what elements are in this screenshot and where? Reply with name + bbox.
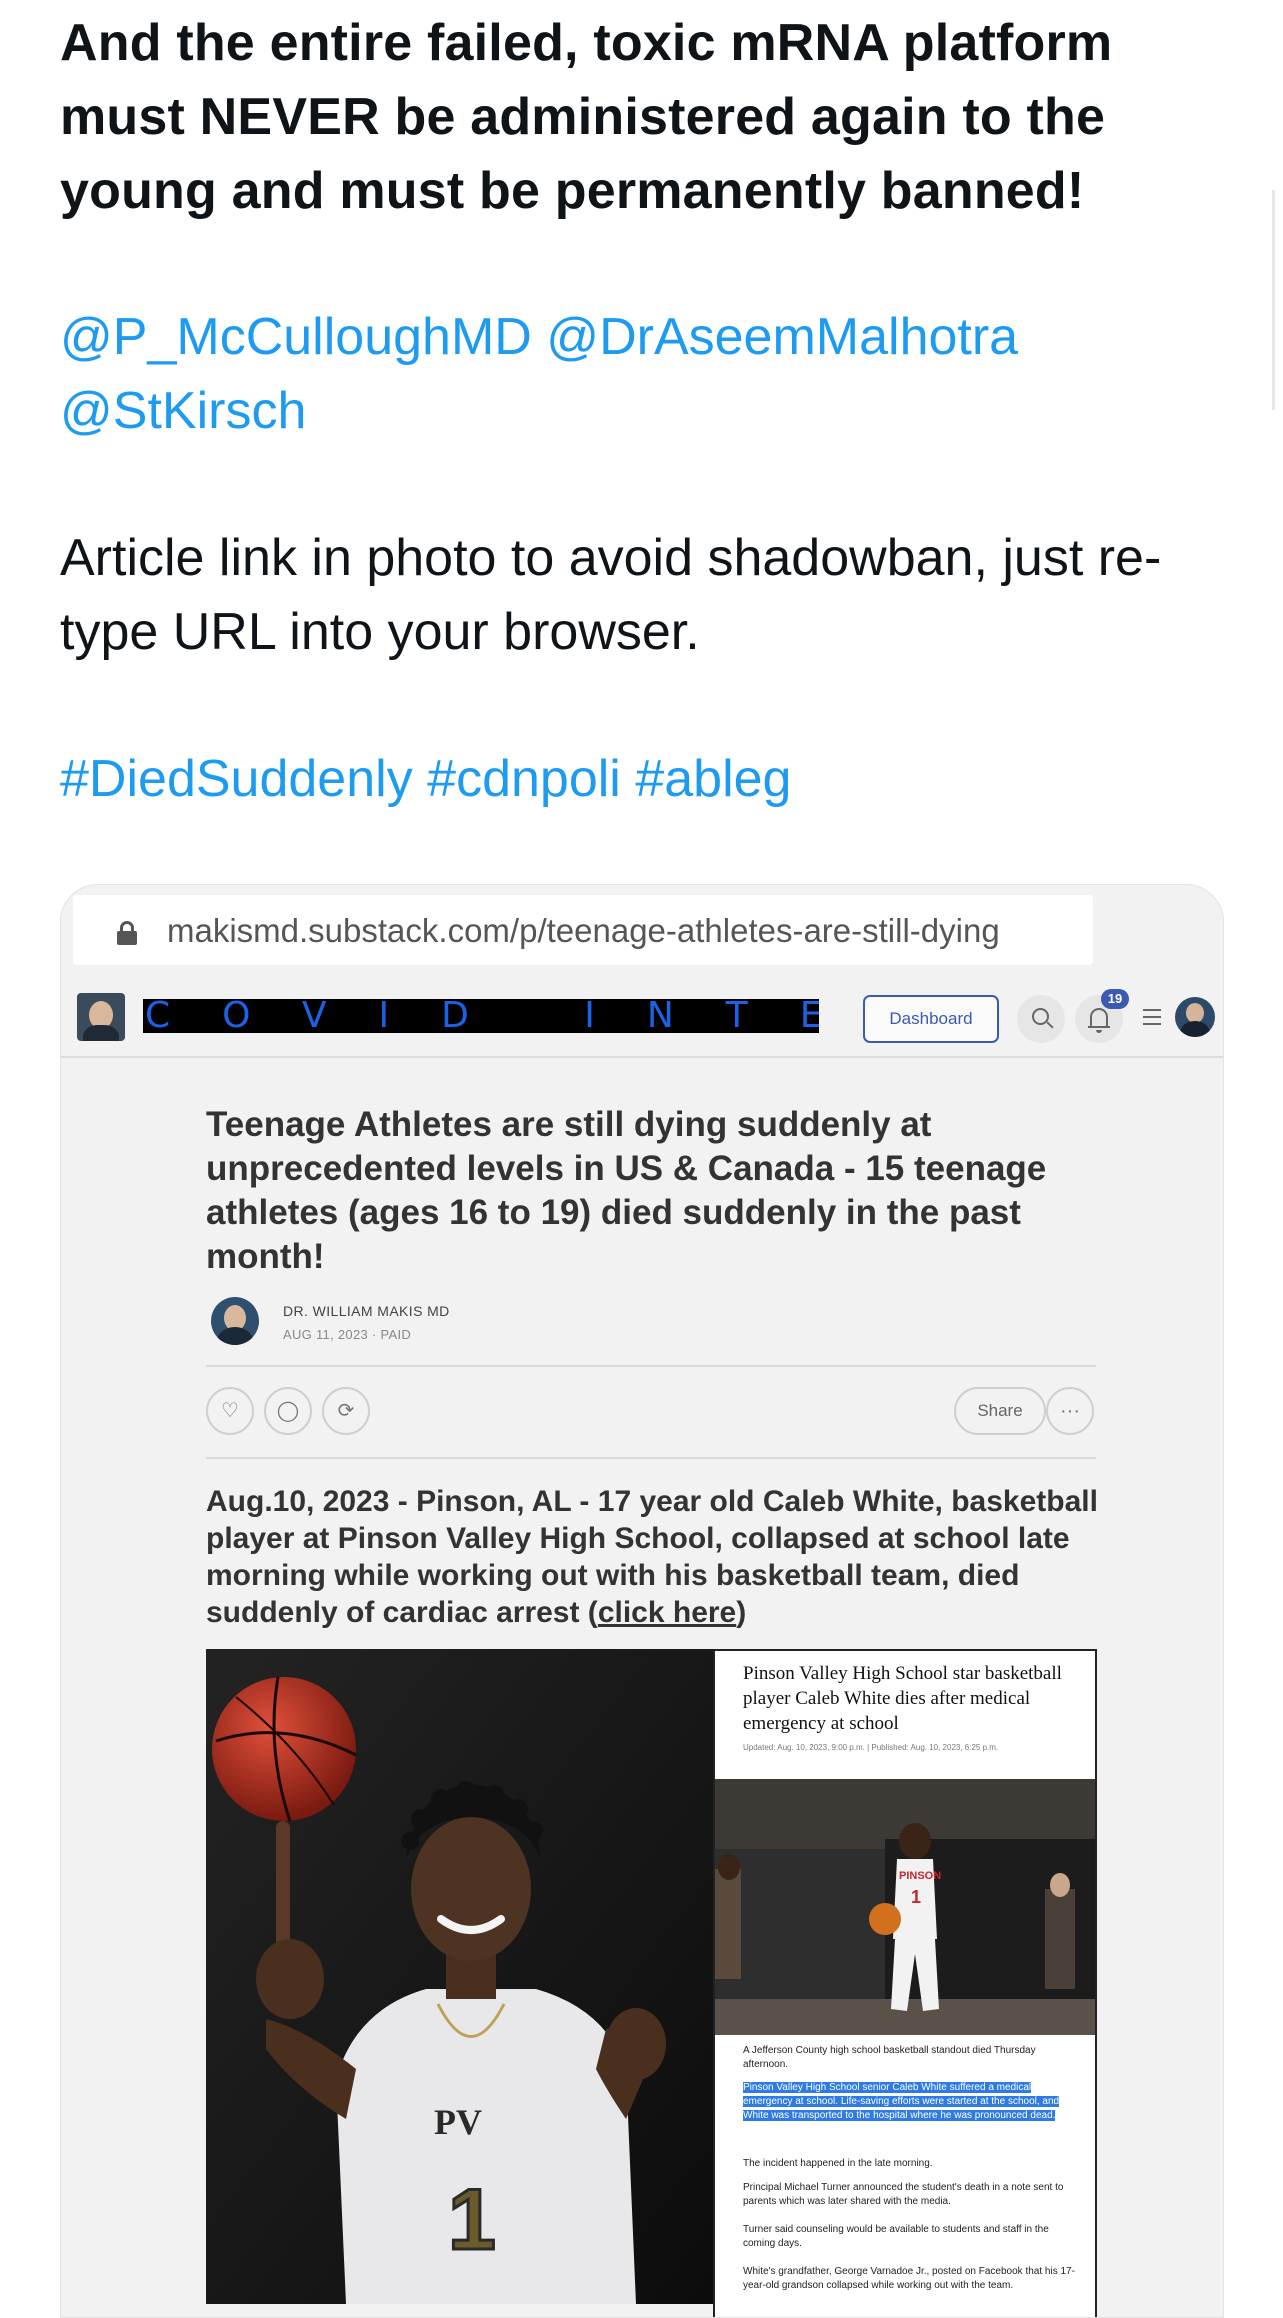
scrollbar[interactable] xyxy=(1272,190,1275,410)
tweet-paragraph: And the entire failed, toxic mRNA platfo… xyxy=(60,14,1113,220)
author-name[interactable]: DR. WILLIAM MAKIS MD xyxy=(283,1303,450,1319)
hashtag-link[interactable]: #DiedSuddenly xyxy=(60,750,413,808)
author-avatar[interactable] xyxy=(211,1297,259,1345)
article-title: Teenage Athletes are still dying suddenl… xyxy=(206,1105,1047,1276)
click-here-link[interactable]: click here xyxy=(598,1596,736,1629)
user-avatar[interactable] xyxy=(1175,997,1215,1037)
tweet-paragraph: Article link in photo to avoid shadowban… xyxy=(60,529,1162,661)
jersey-number-text: 1 xyxy=(448,2172,496,2268)
url-bar: makismd.substack.com/p/teenage-athletes-… xyxy=(73,895,1093,965)
divider xyxy=(206,1365,1096,1367)
mention-link[interactable]: @StKirsch xyxy=(60,382,306,440)
selected-text[interactable]: Pinson Valley High School senior Caleb W… xyxy=(743,2082,1060,2121)
clipping-paragraph: Principal Michael Turner announced the s… xyxy=(743,2182,1064,2207)
tweet-hashtags: #DiedSuddenly #cdnpoli #ableg xyxy=(60,742,1220,816)
clipping-jersey-number: 1 xyxy=(911,1887,921,1907)
clipping-dateline: Updated: Aug. 10, 2023, 9:00 p.m. | Publ… xyxy=(743,1743,999,1752)
url-text: makismd.substack.com/p/teenage-athletes-… xyxy=(167,912,1000,949)
article-meta: AUG 11, 2023 · PAID xyxy=(283,1327,412,1342)
like-icon[interactable]: ♡ xyxy=(206,1387,254,1435)
site-header: COVID INTEL Dashboard 19 xyxy=(61,975,1223,1058)
clipping-paragraph: The incident happened in the late mornin… xyxy=(743,2158,933,2169)
mention-link[interactable]: @DrAseemMalhotra xyxy=(546,308,1018,366)
hashtag-link[interactable]: #cdnpoli xyxy=(427,750,621,808)
clipping-photo: PINSON 1 xyxy=(715,1779,1095,2035)
divider xyxy=(206,1457,1096,1459)
mention-link[interactable]: @P_McCulloughMD xyxy=(60,308,532,366)
clipping-jersey-text: PINSON xyxy=(899,1870,941,1882)
clipping-headline: Pinson Valley High School star basketbal… xyxy=(743,1663,1062,1734)
jersey-logo-text: PV xyxy=(434,2102,482,2142)
comment-icon[interactable]: ◯ xyxy=(264,1387,312,1435)
share-button[interactable]: Share xyxy=(954,1387,1046,1435)
article-body-close: ) xyxy=(736,1596,747,1629)
article-body: Aug.10, 2023 - Pinson, AL - 17 year old … xyxy=(206,1483,1116,1631)
lock-icon xyxy=(117,921,137,945)
athlete-photo-drawing: PV 1 xyxy=(206,1649,713,2304)
clipping-paragraph: A Jefferson County high school basketbal… xyxy=(743,2045,1036,2070)
notification-badge: 19 xyxy=(1101,989,1129,1009)
athlete-photo: PV 1 xyxy=(206,1649,713,2304)
tweet-mentions: @P_McCulloughMD @DrAseemMalhotra @StKirs… xyxy=(60,300,1220,448)
clipping-paragraph: White's grandfather, George Varnadoe Jr.… xyxy=(743,2266,1075,2291)
clipping-photo-drawing: PINSON 1 xyxy=(715,1779,1095,2035)
site-logo xyxy=(77,993,125,1041)
hashtag-link[interactable]: #ableg xyxy=(635,750,791,808)
restack-icon[interactable]: ⟳ xyxy=(322,1387,370,1435)
menu-icon[interactable] xyxy=(1143,1009,1161,1025)
clipping-paragraph-highlighted: Pinson Valley High School senior Caleb W… xyxy=(743,2081,1083,2123)
site-title: COVID INTEL xyxy=(143,999,819,1033)
tweet-media-image[interactable]: makismd.substack.com/p/teenage-athletes-… xyxy=(60,884,1224,2318)
dashboard-button[interactable]: Dashboard xyxy=(863,995,999,1043)
news-clipping: Pinson Valley High School star basketbal… xyxy=(713,1649,1097,2317)
more-options-icon[interactable]: ··· xyxy=(1046,1387,1094,1435)
clipping-paragraph: Turner said counseling would be availabl… xyxy=(743,2224,1049,2249)
search-icon[interactable] xyxy=(1017,995,1065,1043)
